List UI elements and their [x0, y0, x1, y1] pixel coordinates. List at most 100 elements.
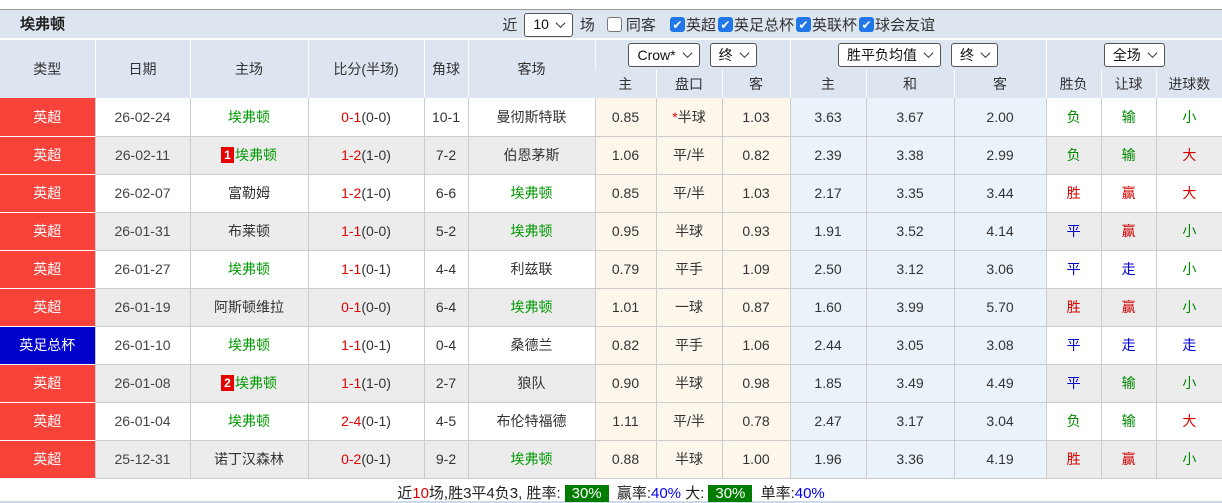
score-cell: 1-1(1-0) — [307, 364, 424, 403]
league-filter-item: ✔ 英超 — [669, 14, 716, 35]
date-cell: 26-01-19 — [94, 288, 190, 327]
date-cell: 26-01-04 — [94, 402, 190, 441]
odds-company-select[interactable]: Crow* — [628, 43, 700, 67]
halftime-score: (0-1) — [361, 261, 391, 277]
fulltime-score: 1-2 — [341, 185, 362, 201]
odds-away-cell: 0.78 — [721, 402, 791, 441]
league-cell: 英超 — [0, 212, 95, 251]
handicap-result-cell: 赢 — [1100, 212, 1157, 251]
handicap-result-cell: 赢 — [1100, 288, 1157, 327]
avg-away-cell: 4.49 — [953, 364, 1047, 403]
table-row: 英超 26-01-27 埃弗顿 1-1(0-1) 4-4 利兹联 0.79 平手… — [0, 250, 1222, 289]
col-home-header: 主场 — [189, 40, 308, 98]
col-type-header: 类型 — [0, 40, 95, 98]
footer-near: 近 — [397, 484, 413, 502]
result-cell: 平 — [1045, 212, 1102, 251]
handicap-result-cell: 赢 — [1100, 440, 1157, 479]
corner-cell: 6-4 — [423, 288, 468, 327]
halftime-score: (0-1) — [361, 337, 391, 353]
avg-type-select[interactable]: 胜平负均值 — [838, 43, 942, 67]
odds-group-header: Crow* 终 — [594, 40, 791, 70]
odds-time-value: 终 — [718, 46, 733, 63]
odds-time-select[interactable]: 终 — [709, 43, 757, 67]
footer-summary: 场,胜3平4负3, 胜率: — [428, 484, 561, 502]
odds-away-cell: 0.98 — [721, 364, 791, 403]
goals-result-cell: 小 — [1155, 212, 1222, 251]
corner-cell: 10-1 — [423, 98, 468, 137]
away-team-name: 狼队 — [517, 375, 546, 391]
halftime-score: (0-0) — [361, 223, 391, 239]
score-cell: 0-1(0-0) — [307, 98, 424, 137]
handicap-cell: 平/半 — [655, 174, 722, 213]
league-filter-label: 球会友谊 — [874, 17, 935, 34]
summary-footer: 近10场,胜3平4负3, 胜率: 30% 赢率:40% 大: 30% 单率:40% — [0, 479, 1222, 502]
league-checkbox[interactable]: ✔ — [858, 17, 874, 32]
scope-select[interactable]: 全场 — [1103, 43, 1165, 67]
odds-away-cell: 1.03 — [721, 174, 791, 213]
league-cell: 英超 — [0, 402, 95, 441]
handicap-value: 半球 — [675, 375, 703, 391]
fulltime-score: 1-1 — [341, 261, 362, 277]
handicap-value: 半球 — [675, 223, 703, 239]
handicap-value: 半球 — [677, 108, 706, 125]
home-team-name: 埃弗顿 — [235, 147, 277, 163]
home-team-cell: 埃弗顿 — [189, 250, 308, 289]
corner-cell: 7-2 — [423, 136, 468, 175]
chevron-down-icon — [1147, 48, 1158, 59]
score-cell: 1-1(0-0) — [307, 212, 424, 251]
team-title: 埃弗顿 — [20, 16, 66, 33]
home-team-cell: 阿斯顿维拉 — [189, 288, 308, 327]
win-rate-badge: 30% — [564, 484, 609, 502]
result-cell: 负 — [1045, 136, 1102, 175]
table-row: 英足总杯 26-01-10 埃弗顿 1-1(0-1) 0-4 桑德兰 0.82 … — [0, 326, 1222, 365]
score-cell: 1-2(1-0) — [307, 136, 424, 175]
home-team-cell: 埃弗顿 — [189, 326, 308, 365]
avg-draw-cell: 3.17 — [865, 402, 955, 441]
footer-single-label: 单率: — [760, 484, 795, 502]
league-filter-label: 英超 — [685, 17, 716, 34]
league-checkbox[interactable]: ✔ — [795, 17, 811, 32]
away-team-cell: 布伦特福德 — [467, 402, 595, 441]
avg-home-cell: 2.39 — [789, 136, 867, 175]
odds-away-cell: 1.06 — [721, 326, 791, 365]
corner-cell: 0-4 — [423, 326, 468, 365]
handicap-value: 半球 — [675, 451, 703, 467]
same-away-checkbox[interactable] — [606, 17, 622, 32]
corner-cell: 5-2 — [423, 212, 468, 251]
avg-home-cell: 1.85 — [789, 364, 867, 403]
league-filter-item: ✔ 球会友谊 — [858, 14, 935, 35]
avg-away-cell: 2.00 — [953, 98, 1047, 137]
goals-result-cell: 大 — [1155, 174, 1222, 213]
avg-draw-cell: 3.35 — [865, 174, 955, 213]
odds-home-cell: 0.90 — [594, 364, 656, 403]
avg-time-select[interactable]: 终 — [951, 43, 999, 67]
odds-away-cell: 1.00 — [721, 440, 791, 479]
league-checkbox[interactable]: ✔ — [669, 17, 685, 32]
footer-count: 10 — [412, 484, 429, 502]
match-table-body: 英超 26-02-24 埃弗顿 0-1(0-0) 10-1 曼彻斯特联 0.85… — [0, 98, 1222, 479]
fulltime-score: 1-1 — [341, 223, 362, 239]
sub-avg-away-header: 客 — [953, 70, 1047, 98]
avg-home-cell: 1.91 — [789, 212, 867, 251]
fulltime-score: 0-2 — [341, 451, 362, 467]
league-cell: 英超 — [0, 250, 95, 289]
date-cell: 25-12-31 — [94, 440, 190, 479]
result-cell: 平 — [1045, 364, 1102, 403]
odds-home-cell: 0.95 — [594, 212, 656, 251]
handicap-value: 平/半 — [673, 185, 705, 201]
games-count-select[interactable]: 10 — [524, 12, 573, 37]
away-team-name: 布伦特福德 — [496, 413, 567, 429]
avg-draw-cell: 3.67 — [865, 98, 955, 137]
score-cell: 0-1(0-0) — [307, 288, 424, 327]
league-checkbox[interactable]: ✔ — [717, 17, 733, 32]
table-row: 英超 26-01-08 2 埃弗顿 1-1(1-0) 2-7 狼队 0.90 半球… — [0, 364, 1222, 403]
league-filter-label: 英联杯 — [811, 17, 857, 34]
goals-result-cell: 小 — [1155, 364, 1222, 403]
result-cell: 胜 — [1045, 174, 1102, 213]
chevron-down-icon — [980, 48, 991, 59]
odds-home-cell: 0.85 — [594, 174, 656, 213]
table-row: 英超 26-01-04 埃弗顿 2-4(0-1) 4-5 布伦特福德 1.11 … — [0, 402, 1222, 441]
avg-home-cell: 2.50 — [789, 250, 867, 289]
handicap-result-cell: 走 — [1100, 250, 1157, 289]
date-cell: 26-02-07 — [94, 174, 190, 213]
